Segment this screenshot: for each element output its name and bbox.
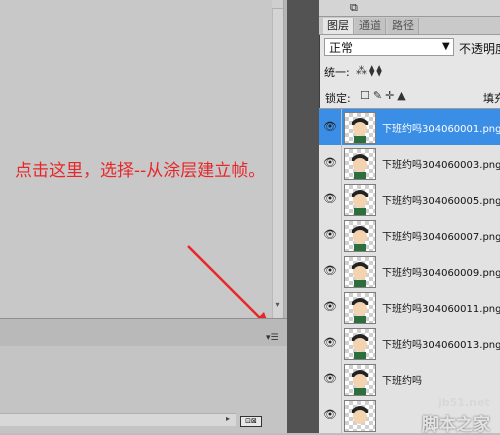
layer-name: 下班约吗304060009.png: [382, 268, 500, 279]
eye-icon[interactable]: 👁: [319, 361, 342, 397]
layer-row[interactable]: 👁 下班约吗304060009.png: [319, 253, 500, 290]
panel-menu-icon[interactable]: ▾☰: [266, 333, 279, 343]
eye-icon[interactable]: 👁: [319, 181, 342, 217]
layer-row[interactable]: 👁 下班约吗: [319, 361, 500, 398]
layer-thumbnail: [344, 112, 376, 144]
layer-thumbnail: [344, 292, 376, 324]
eye-icon[interactable]: 👁: [319, 217, 342, 253]
layers-list: 👁 下班约吗304060001.png 👁 下班约吗304060003.png …: [319, 108, 500, 434]
layer-name: 下班约吗: [382, 376, 422, 387]
layer-row[interactable]: 👁 下班约吗304060001.png: [319, 109, 500, 146]
panel-dock-separator: [287, 0, 319, 433]
layer-thumbnail: [344, 328, 376, 360]
unify-options-icon[interactable]: ⁂⧫⧫: [356, 64, 384, 77]
timeline-panel-header: [0, 318, 287, 347]
eye-icon[interactable]: 👁: [319, 325, 342, 361]
tab-channels[interactable]: 通道: [355, 18, 386, 34]
unify-label: 统一:: [324, 66, 350, 79]
layer-row[interactable]: 👁 下班约吗304060013.png: [319, 325, 500, 362]
scroll-right-icon[interactable]: ▸: [226, 414, 230, 423]
opacity-label: 不透明度: [459, 42, 500, 56]
layer-thumbnail: [344, 220, 376, 252]
panel-top-bar: [319, 0, 500, 17]
tab-layers[interactable]: 图层: [323, 18, 354, 34]
eye-icon[interactable]: 👁: [319, 253, 342, 289]
watermark-url: jb51.net: [438, 396, 490, 409]
layer-name: 下班约吗304060005.png: [382, 196, 500, 207]
fill-label: 填充: [483, 92, 500, 105]
layer-name: 下班约吗304060013.png: [382, 340, 500, 351]
eye-icon[interactable]: 👁: [319, 289, 342, 325]
convert-frames-icon[interactable]: ⊡⊠: [240, 416, 262, 427]
panel-collapse-icon[interactable]: ⧉: [350, 1, 358, 15]
layer-thumbnail: [344, 400, 376, 432]
horizontal-scrollbar[interactable]: [0, 413, 236, 426]
layer-thumbnail: [344, 148, 376, 180]
layer-thumbnail: [344, 364, 376, 396]
eye-icon[interactable]: 👁: [319, 109, 342, 145]
layer-thumbnail: [344, 256, 376, 288]
dropdown-arrow-icon[interactable]: ▼: [442, 41, 450, 52]
lock-options-icon[interactable]: ☐✎✛▲: [360, 89, 409, 102]
layer-name: 下班约吗304060011.png: [382, 304, 500, 315]
layer-row[interactable]: 👁 下班约吗304060011.png: [319, 289, 500, 326]
layer-name: 下班约吗304060001.png: [382, 124, 500, 135]
eye-icon[interactable]: 👁: [319, 145, 342, 181]
watermark-text: 脚本之家: [422, 415, 490, 435]
layer-row[interactable]: 👁 下班约吗304060007.png: [319, 217, 500, 254]
tab-paths[interactable]: 路径: [388, 18, 419, 34]
layer-thumbnail: [344, 184, 376, 216]
layer-name: 下班约吗304060003.png: [382, 160, 500, 171]
eye-icon[interactable]: 👁: [319, 397, 342, 433]
layer-row[interactable]: 👁 下班约吗304060003.png: [319, 145, 500, 182]
layer-name: 下班约吗304060007.png: [382, 232, 500, 243]
layer-row[interactable]: 👁 下班约吗304060005.png: [319, 181, 500, 218]
blend-mode-select[interactable]: 正常: [324, 38, 454, 56]
scroll-up-button[interactable]: [272, 0, 283, 9]
lock-label: 锁定:: [325, 92, 351, 105]
instruction-annotation: 点击这里，选择--从涂层建立帧。: [15, 161, 266, 181]
